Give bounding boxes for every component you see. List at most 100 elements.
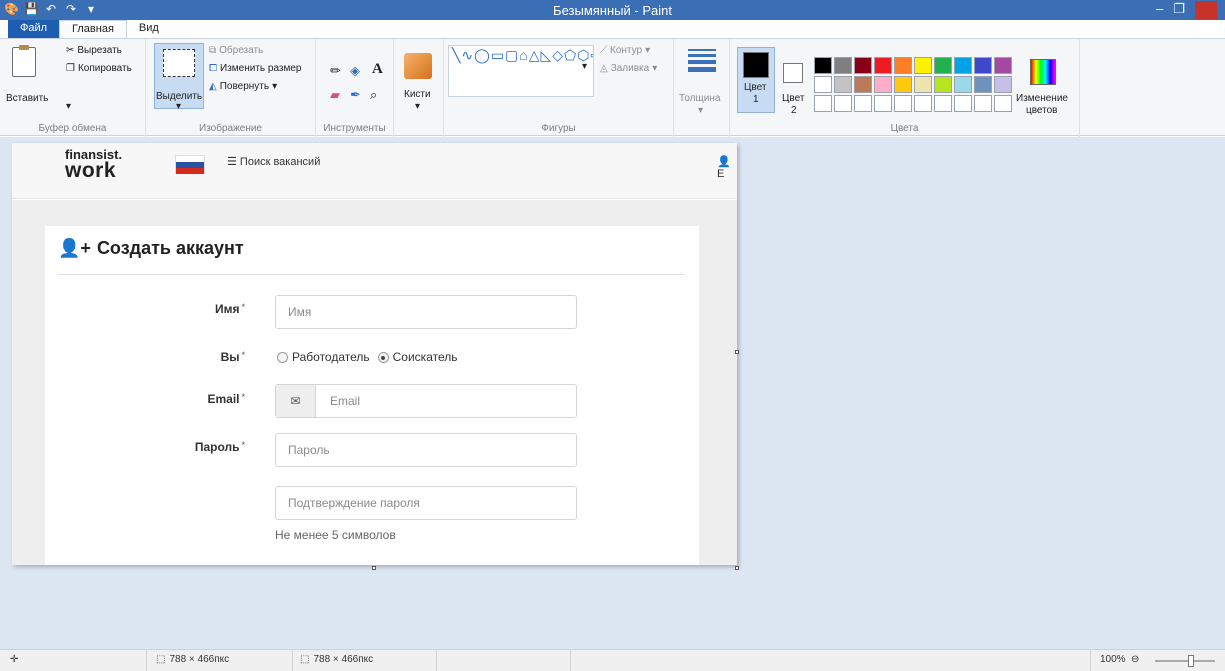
palette-color-swatch[interactable]	[854, 95, 872, 112]
zoom-slider[interactable]	[1155, 660, 1215, 662]
brushes-dropdown-icon[interactable]: ▾	[415, 101, 420, 112]
tab-file[interactable]: Файл	[8, 20, 60, 38]
shapes-gallery[interactable]: ╲∿◯▭▢⌂△◺◇⬠⬡⇨⇦⇧⇩✧☆✡▭◯◯	[448, 45, 594, 97]
name-required-mark: *	[241, 302, 245, 312]
window-title: Безымянный - Paint	[553, 3, 672, 18]
color1-button[interactable]: Цвет 1	[737, 47, 775, 113]
crop-button[interactable]: ⧉ Обрезать	[209, 45, 263, 56]
size-dropdown-icon[interactable]: ▾	[698, 105, 703, 116]
image-group: Выделить ▾ ⧉ Обрезать ⧠ Изменить размер ◭ П…	[146, 39, 316, 137]
canvas-resize-handle-right[interactable]	[735, 350, 739, 354]
palette-color-swatch[interactable]	[974, 95, 992, 112]
palette-color-swatch[interactable]	[974, 76, 992, 93]
magnifier-icon[interactable]: ⌕	[370, 87, 377, 103]
canvas-workspace[interactable]: finansist. work ☰ Поиск вакансий 👤E 👤+ Со…	[0, 137, 1225, 649]
select-dropdown-icon[interactable]: ▾	[176, 101, 181, 112]
palette-color-swatch[interactable]	[914, 76, 932, 93]
role-employer-label: Работодатель	[292, 350, 370, 364]
pencil-icon[interactable]: ✏	[330, 63, 341, 79]
edit-colors-icon[interactable]	[1030, 59, 1056, 85]
paste-button[interactable]: Вставить	[6, 93, 48, 104]
resize-label: Изменить размер	[220, 63, 302, 74]
palette-color-swatch[interactable]	[954, 57, 972, 74]
palette-color-swatch[interactable]	[974, 57, 992, 74]
palette-color-swatch[interactable]	[834, 76, 852, 93]
tab-home[interactable]: Главная	[59, 20, 127, 38]
rotate-label: Повернуть	[219, 81, 270, 92]
copy-button[interactable]: ❐ Копировать	[66, 63, 132, 74]
cut-button[interactable]: ✂ Вырезать	[66, 45, 122, 56]
role-seeker-radio	[377, 352, 389, 364]
status-separator	[292, 650, 293, 671]
palette-color-swatch[interactable]	[934, 57, 952, 74]
line-thickness-icon[interactable]	[688, 49, 716, 72]
drawing-canvas[interactable]: finansist. work ☰ Поиск вакансий 👤E 👤+ Со…	[12, 143, 737, 565]
fill-shape-icon: ◬	[600, 63, 608, 74]
palette-color-swatch[interactable]	[874, 95, 892, 112]
fill-icon[interactable]: ◈	[350, 63, 360, 79]
palette-color-swatch[interactable]	[994, 76, 1012, 93]
zoom-out-icon[interactable]: ⊖	[1131, 654, 1139, 665]
paste-label: Вставить	[6, 93, 49, 104]
email-placeholder: Email	[330, 394, 361, 408]
color2-swatch[interactable]	[783, 63, 803, 83]
zoom-slider-thumb[interactable]	[1188, 655, 1194, 667]
fill-shape-label: Заливка	[610, 63, 650, 74]
password-required-mark: *	[241, 440, 245, 450]
palette-color-swatch[interactable]	[874, 57, 892, 74]
palette-color-swatch[interactable]	[914, 57, 932, 74]
brush-icon[interactable]	[404, 53, 432, 79]
maximize-button[interactable]: ❐	[1173, 1, 1185, 19]
shapes-group-label: Фигуры	[541, 123, 576, 134]
palette-color-swatch[interactable]	[894, 57, 912, 74]
color1-number: 1	[753, 94, 759, 105]
outline-button[interactable]: ⟋ Контур ▾	[600, 45, 650, 56]
canvas-resize-handle-bottom[interactable]	[372, 566, 376, 570]
color-picker-icon[interactable]: ✒	[350, 87, 361, 103]
password-label-text: Пароль	[194, 440, 240, 454]
minimize-button[interactable]: –	[1156, 1, 1163, 19]
role-label-text: Вы	[220, 350, 240, 364]
shapes-scroll-icon[interactable]: ▾	[582, 61, 587, 72]
tab-view[interactable]: Вид	[127, 20, 171, 38]
palette-color-swatch[interactable]	[894, 76, 912, 93]
palette-color-swatch[interactable]	[934, 76, 952, 93]
palette-color-swatch[interactable]	[834, 57, 852, 74]
tools-group-label: Инструменты	[323, 123, 386, 134]
role-required-mark: *	[241, 350, 245, 360]
palette-color-swatch[interactable]	[914, 95, 932, 112]
palette-color-swatch[interactable]	[954, 95, 972, 112]
palette-color-swatch[interactable]	[814, 57, 832, 74]
shapes-group: ╲∿◯▭▢⌂△◺◇⬠⬡⇨⇦⇧⇩✧☆✡▭◯◯ ▾ ⟋Контур▾ ◬Заливк…	[444, 39, 674, 137]
rotate-dropdown-icon: ▾	[272, 81, 278, 92]
palette-color-swatch[interactable]	[894, 95, 912, 112]
site-logo-bottom: work	[65, 159, 117, 182]
palette-color-swatch[interactable]	[934, 95, 952, 112]
paste-icon[interactable]	[12, 45, 36, 77]
text-icon[interactable]: A	[372, 61, 383, 78]
name-label-text: Имя	[214, 302, 240, 316]
palette-color-swatch[interactable]	[814, 95, 832, 112]
name-label: Имя *	[65, 302, 245, 316]
palette-color-swatch[interactable]	[814, 76, 832, 93]
resize-button[interactable]: ⧠ Изменить размер	[209, 63, 301, 74]
role-employer-option: Работодатель	[277, 350, 370, 364]
close-button[interactable]	[1195, 1, 1217, 19]
fill-shape-button[interactable]: ◬ Заливка ▾	[600, 63, 657, 74]
paste-dropdown-icon[interactable]: ▾	[66, 101, 71, 112]
role-employer-radio	[277, 352, 288, 364]
palette-color-swatch[interactable]	[994, 95, 1012, 112]
email-required-mark: *	[241, 392, 245, 402]
eraser-icon[interactable]: ▰	[330, 87, 340, 103]
palette-color-swatch[interactable]	[954, 76, 972, 93]
cursor-position-icon: ✛	[10, 654, 19, 665]
rotate-button[interactable]: ◭ Повернуть ▾	[209, 81, 277, 92]
palette-color-swatch[interactable]	[834, 95, 852, 112]
palette-color-swatch[interactable]	[854, 76, 872, 93]
canvas-resize-handle-corner[interactable]	[735, 566, 739, 570]
palette-color-swatch[interactable]	[874, 76, 892, 93]
palette-color-swatch[interactable]	[854, 57, 872, 74]
palette-color-swatch[interactable]	[994, 57, 1012, 74]
edit-colors-label-1: Изменение	[1016, 93, 1068, 104]
list-icon: ☰	[227, 156, 240, 168]
